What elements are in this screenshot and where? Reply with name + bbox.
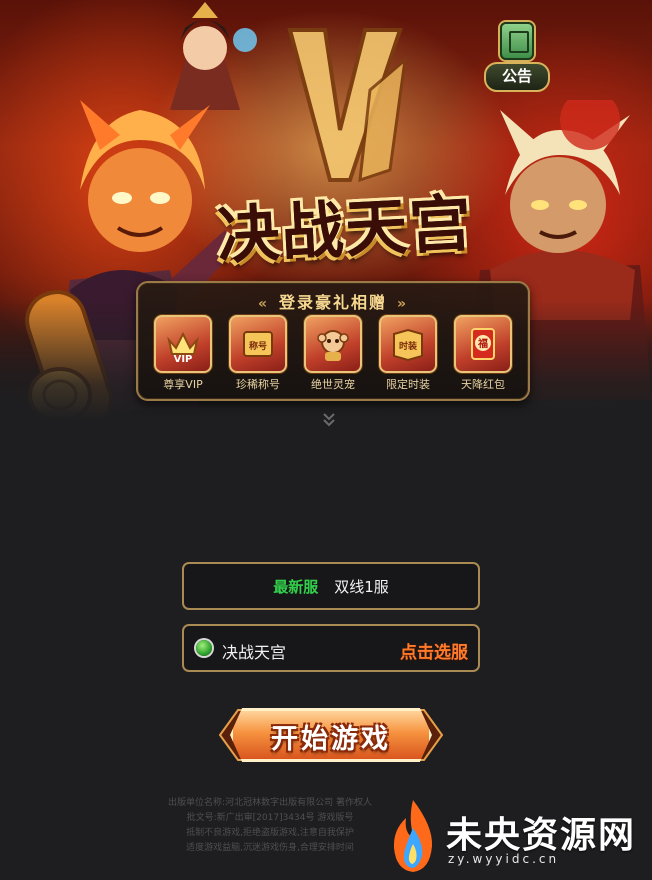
title-badge-text: 称号 — [249, 340, 267, 352]
costume-book-icon: 时装 — [379, 315, 437, 373]
costume-badge-text: 时装 — [399, 340, 418, 352]
login-rewards-panel: 登录豪礼相赠 VIP 尊享VIP 称号 珍稀称号 — [136, 281, 530, 401]
pet-monkey-icon — [304, 315, 362, 373]
envelope-badge-text: 福 — [477, 337, 488, 350]
start-game-button[interactable]: 开始游戏 — [216, 704, 446, 766]
site-watermark: 未央资源网 zy.wyyidc.cn — [384, 794, 652, 880]
reward-name: 限定时装 — [386, 378, 430, 391]
select-server-button[interactable]: 点击选服 — [400, 638, 468, 663]
vs-emblem — [287, 28, 408, 183]
server-select-row[interactable]: 决战天宫 点击选服 — [182, 624, 480, 672]
reward-item-title[interactable]: 称号 珍稀称号 — [227, 315, 289, 392]
vip-badge-text: VIP — [174, 354, 193, 364]
notice-label: 公告 — [484, 62, 550, 92]
latest-server-tag: 最新服 — [273, 577, 319, 596]
title-scroll-icon: 称号 — [229, 315, 287, 373]
latest-server-row[interactable]: 最新服 双线1服 — [182, 562, 480, 610]
rewards-title: 登录豪礼相赠 — [138, 289, 528, 313]
watermark-title: 未央资源网 — [446, 815, 637, 856]
reward-item-pet[interactable]: 绝世灵宠 — [302, 315, 364, 392]
reward-name: 天降红包 — [461, 378, 505, 391]
red-envelope-icon: 福 — [454, 315, 512, 373]
reward-name: 珍稀称号 — [236, 378, 280, 391]
reward-name: 绝世灵宠 — [311, 378, 355, 391]
notice-button[interactable]: 公告 — [484, 22, 550, 92]
notice-board-icon — [500, 22, 534, 60]
reward-item-vip[interactable]: VIP 尊享VIP — [152, 315, 214, 392]
latest-server-name: 双线1服 — [334, 577, 389, 596]
game-title-art: 决战天宫 — [215, 185, 476, 273]
reward-name: 尊享VIP — [163, 378, 203, 391]
chevron-down-icon — [323, 413, 335, 427]
current-server-name: 决战天宫 — [222, 643, 287, 662]
start-game-label: 开始游戏 — [271, 724, 391, 755]
flame-logo-icon — [393, 800, 433, 872]
reward-item-costume[interactable]: 时装 限定时装 — [377, 315, 439, 392]
watermark-url: zy.wyyidc.cn — [448, 852, 560, 866]
rewards-list: VIP 尊享VIP 称号 珍稀称号 绝世灵宠 时装 限定时装 福 天降红包 — [152, 315, 514, 392]
server-status-icon — [196, 640, 212, 656]
reward-item-red-envelope[interactable]: 福 天降红包 — [452, 315, 514, 392]
vip-crown-icon: VIP — [154, 315, 212, 373]
